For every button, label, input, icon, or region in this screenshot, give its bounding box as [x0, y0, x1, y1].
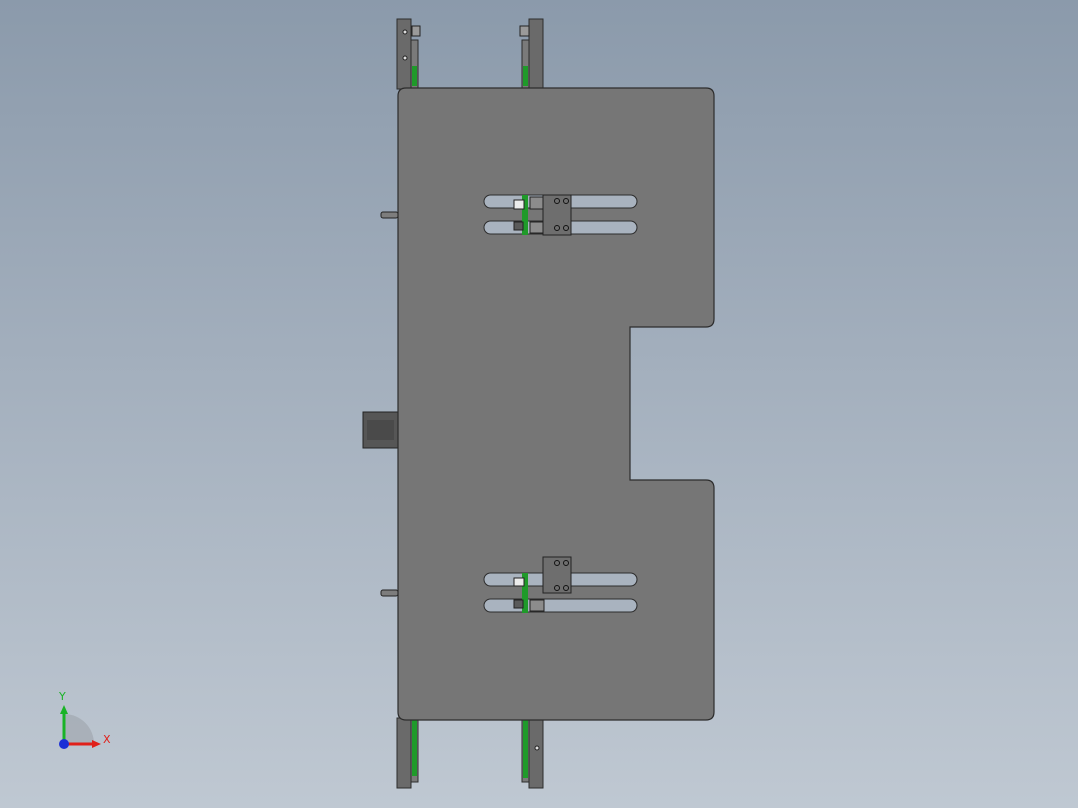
right-rail-bottom[interactable]	[521, 717, 544, 789]
left-pin-lower[interactable]	[380, 589, 399, 597]
slider-block	[542, 556, 572, 594]
belt-segment	[412, 66, 417, 86]
belt-segment	[523, 66, 528, 86]
left-pin-upper[interactable]	[380, 211, 399, 219]
cad-model-view[interactable]	[0, 0, 1078, 808]
reference-triad	[59, 705, 101, 749]
right-rail-top[interactable]	[519, 18, 544, 90]
belt-segment	[412, 720, 417, 776]
graphics-viewport[interactable]: Y X	[0, 0, 1078, 808]
z-axis-dot	[59, 739, 69, 749]
left-rail-top[interactable]	[396, 18, 421, 90]
triad-x-label: X	[103, 733, 111, 746]
motor-block[interactable]	[362, 411, 399, 449]
slider-block	[542, 194, 572, 236]
base-plate[interactable]	[397, 87, 715, 721]
belt-segment	[523, 720, 528, 778]
left-rail-bottom[interactable]	[396, 717, 419, 789]
triad-y-label: Y	[59, 690, 66, 703]
